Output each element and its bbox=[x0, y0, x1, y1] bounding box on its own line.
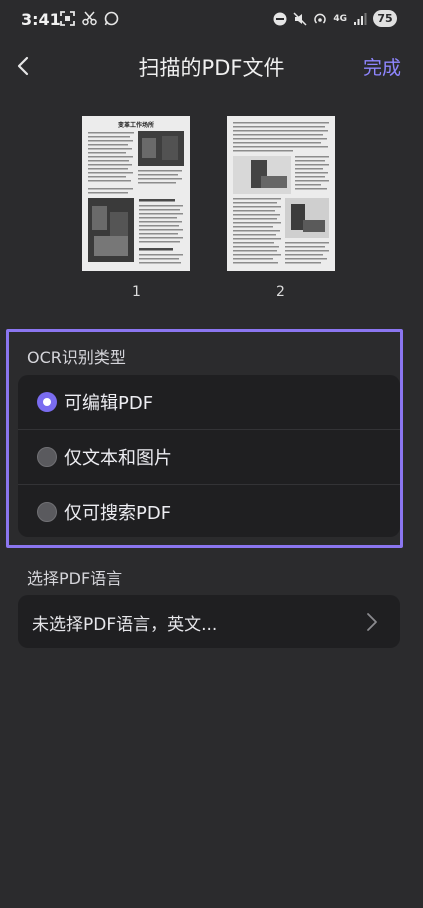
radio-unselected-icon[interactable] bbox=[37, 502, 57, 522]
language-value: 未选择PDF语言，英文... bbox=[32, 615, 218, 635]
done-button[interactable]: 完成 bbox=[363, 53, 401, 80]
language-section-label: 选择PDF语言 bbox=[27, 569, 123, 588]
radio-unselected-icon[interactable] bbox=[37, 447, 57, 467]
ocr-option-label: 仅可搜索PDF bbox=[64, 503, 172, 524]
document-preview bbox=[88, 131, 184, 264]
battery-indicator: 75 bbox=[373, 10, 397, 27]
network-label: 4G bbox=[333, 13, 347, 24]
ocr-type-card: 可编辑PDF 仅文本和图片 仅可搜索PDF bbox=[18, 375, 400, 537]
page-thumbnail-2[interactable] bbox=[227, 116, 335, 271]
ocr-option-label: 可编辑PDF bbox=[64, 393, 154, 414]
scissors-icon bbox=[82, 11, 97, 26]
page-thumbnail-1[interactable]: 变革工作场所 bbox=[82, 116, 190, 271]
screenshot-icon bbox=[60, 11, 75, 26]
signal-icon bbox=[354, 12, 367, 25]
page-title: 扫描的PDF文件 bbox=[138, 56, 285, 80]
ocr-option-text-and-images[interactable]: 仅文本和图片 bbox=[18, 430, 400, 485]
status-time: 3:41 bbox=[21, 10, 61, 29]
hotspot-icon bbox=[314, 13, 327, 24]
status-bar: 3:41 4G 75 bbox=[0, 0, 423, 40]
chevron-right-icon bbox=[367, 613, 377, 631]
ocr-option-searchable-pdf[interactable]: 仅可搜索PDF bbox=[18, 485, 400, 537]
document-preview bbox=[233, 122, 329, 264]
language-selector[interactable]: 未选择PDF语言，英文... bbox=[18, 595, 400, 648]
whatsapp-icon bbox=[104, 11, 119, 26]
mute-icon bbox=[293, 11, 307, 26]
ocr-type-label: OCR识别类型 bbox=[27, 348, 126, 367]
nav-bar: 扫描的PDF文件 完成 bbox=[0, 40, 423, 90]
page-number-2: 2 bbox=[276, 284, 285, 300]
dnd-icon bbox=[273, 12, 287, 25]
ocr-option-editable-pdf[interactable]: 可编辑PDF bbox=[18, 375, 400, 430]
ocr-option-label: 仅文本和图片 bbox=[64, 448, 172, 469]
radio-selected-icon[interactable] bbox=[37, 392, 57, 412]
page-number-1: 1 bbox=[132, 284, 141, 300]
